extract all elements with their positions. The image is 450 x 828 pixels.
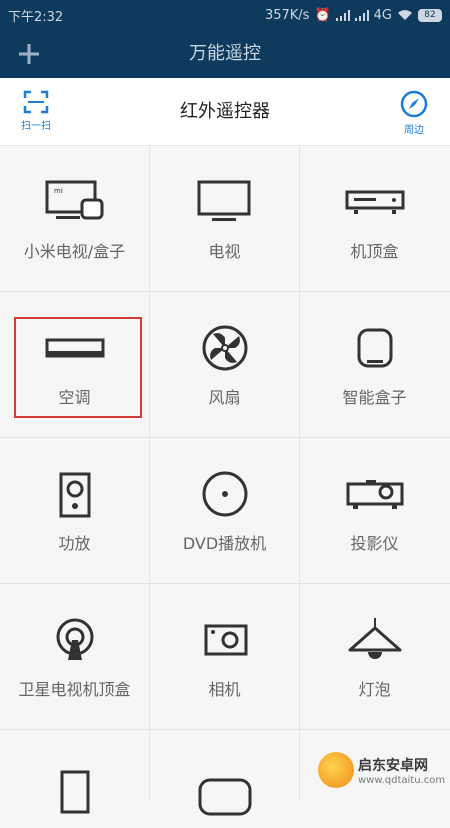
status-bar: 下午2:32 357K/s ⏰ 4G 82 — [0, 0, 450, 30]
satellite-icon — [56, 618, 94, 660]
status-time: 下午2:32 — [8, 9, 64, 25]
mi-tv-box-icon: mi — [45, 180, 104, 220]
device-label: 电视 — [208, 242, 241, 261]
device-label: 灯泡 — [358, 680, 391, 699]
projector-icon — [346, 480, 404, 509]
device-fan[interactable]: 风扇 — [150, 292, 299, 437]
sub-header: 红外遥控器 扫一扫 周边 — [0, 78, 450, 146]
device-partial[interactable] — [0, 730, 149, 814]
air-conditioner-icon — [45, 338, 105, 358]
camera-icon — [204, 624, 248, 656]
watermark-url: www.qdtaitu.com — [358, 774, 446, 786]
wifi-icon — [398, 10, 412, 20]
scan-label: 扫一扫 — [21, 121, 51, 132]
smart-box-icon — [357, 328, 393, 368]
signal-icon — [335, 9, 350, 21]
phone-icon — [60, 770, 90, 814]
tv-icon — [197, 180, 251, 221]
fan-icon — [202, 325, 248, 371]
device-label: 功放 — [58, 534, 91, 553]
device-set-top-box[interactable]: 机顶盒 — [300, 146, 449, 291]
set-top-box-icon — [345, 190, 405, 214]
network-type: 4G — [373, 7, 392, 23]
app-bar: 万能遥控 — [0, 30, 450, 78]
device-camera[interactable]: 相机 — [150, 584, 299, 729]
battery-level: 82 — [418, 8, 442, 22]
device-smart-box[interactable]: 智能盒子 — [300, 292, 449, 437]
device-projector[interactable]: 投影仪 — [300, 438, 449, 583]
device-label: DVD播放机 — [182, 534, 267, 553]
scan-frame-icon — [23, 90, 49, 114]
scan-button[interactable]: 扫一扫 — [11, 90, 61, 138]
remote-icon — [198, 778, 252, 816]
watermark-logo — [318, 752, 354, 788]
page-title: 红外遥控器 — [180, 101, 270, 122]
device-label: 卫星电视机顶盒 — [18, 680, 131, 699]
device-air-conditioner[interactable]: 空调 — [0, 292, 149, 437]
amplifier-icon — [59, 472, 91, 518]
add-button[interactable] — [14, 36, 44, 72]
device-lamp[interactable]: 灯泡 — [300, 584, 449, 729]
device-dvd[interactable]: DVD播放机 — [150, 438, 299, 583]
app-title: 万能遥控 — [189, 43, 261, 64]
dvd-icon — [202, 471, 248, 517]
watermark: 启东安卓网 www.qdtaitu.com — [318, 752, 445, 788]
watermark-text-block: 启东安卓网 www.qdtaitu.com — [358, 755, 445, 786]
device-label: 空调 — [58, 388, 91, 407]
device-satellite[interactable]: 卫星电视机顶盒 — [0, 584, 149, 729]
device-amplifier[interactable]: 功放 — [0, 438, 149, 583]
device-label: 小米电视/盒子 — [23, 242, 126, 261]
lamp-icon — [348, 618, 402, 659]
device-label: 投影仪 — [350, 534, 399, 553]
watermark-text: 启东安卓网 — [358, 757, 428, 774]
svg-text:mi: mi — [54, 187, 63, 195]
compass-icon — [400, 90, 428, 118]
net-speed: 357K/s — [264, 7, 310, 23]
device-label: 相机 — [208, 680, 241, 699]
device-label: 机顶盒 — [350, 242, 399, 261]
plus-icon — [19, 44, 39, 64]
device-label: 智能盒子 — [342, 388, 407, 407]
alarm-icon: ⏰ — [314, 7, 331, 23]
signal-icon-2 — [354, 9, 369, 21]
nearby-button[interactable]: 周边 — [389, 90, 439, 138]
nearby-label: 周边 — [404, 125, 424, 136]
device-tv[interactable]: 电视 — [150, 146, 299, 291]
device-mi-tv-box[interactable]: mi 小米电视/盒子 — [0, 146, 149, 291]
status-indicators: 357K/s ⏰ 4G 82 — [265, 8, 442, 23]
device-label: 风扇 — [208, 388, 241, 407]
device-partial[interactable] — [150, 730, 299, 816]
